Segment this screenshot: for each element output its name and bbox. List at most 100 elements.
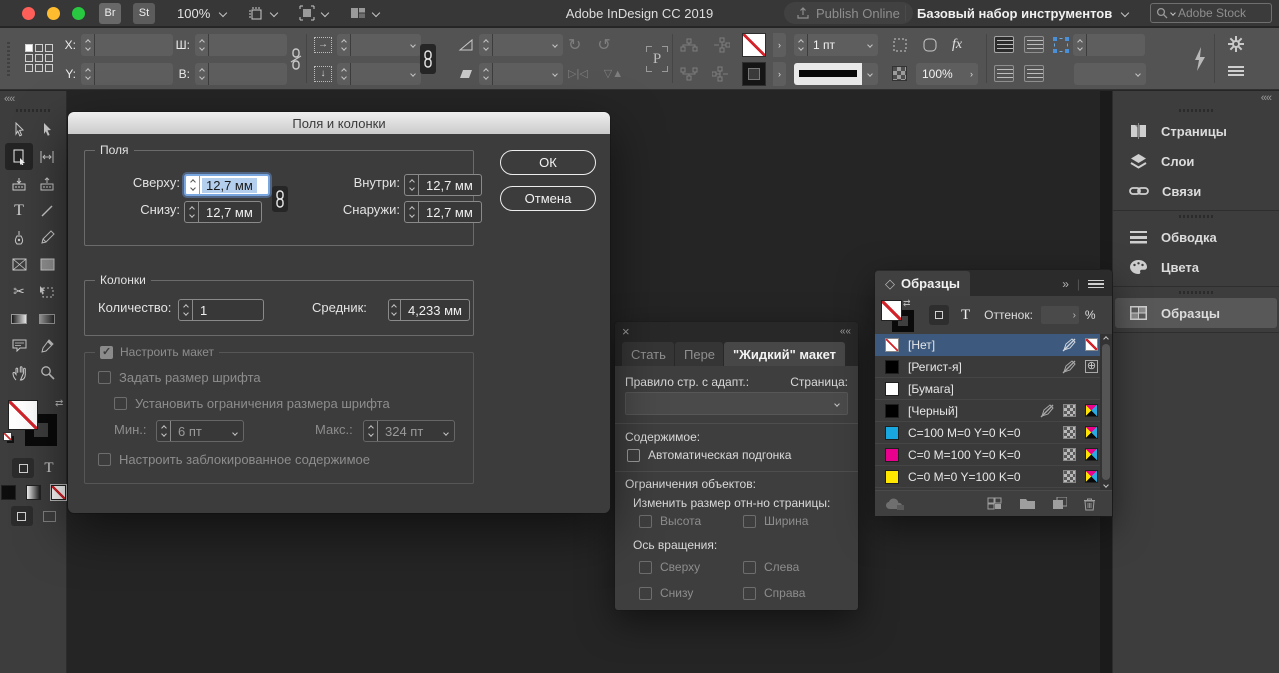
free-transform-tool[interactable] (33, 278, 61, 305)
collapse-panel-icon[interactable]: «« (840, 326, 851, 337)
gap-tool[interactable] (33, 143, 61, 170)
max-font-select[interactable]: 324 пт (363, 420, 455, 442)
note-tool[interactable] (5, 332, 33, 359)
apply-none-button[interactable] (51, 485, 66, 500)
height-checkbox[interactable] (639, 515, 652, 528)
panel-grip[interactable] (7, 42, 10, 76)
scroll-down-icon[interactable] (1103, 482, 1109, 488)
dock-grip[interactable] (1179, 291, 1213, 294)
move-left-level-icon[interactable] (712, 37, 730, 53)
pin-top-checkbox[interactable] (639, 561, 652, 574)
stroke-color-menu-button[interactable]: › (773, 33, 786, 57)
fill-proxy-swatch[interactable] (8, 400, 38, 430)
flip-horizontal-icon[interactable]: ▷|◁ (568, 67, 588, 80)
rotate-cw-icon[interactable]: ↻ (568, 35, 581, 55)
swatch-row-magenta[interactable]: C=0 M=100 Y=0 K=0 (875, 444, 1112, 466)
dock-grip[interactable] (1179, 215, 1213, 218)
content-collector-tool[interactable] (5, 170, 33, 197)
stroke-style-select[interactable] (794, 63, 878, 85)
tint-input[interactable]: › (1041, 306, 1079, 324)
corner-shape-icon[interactable] (922, 37, 939, 53)
bridge-button[interactable]: Br (99, 3, 121, 24)
object-style-input[interactable] (1073, 34, 1145, 56)
gradient-swatch-tool[interactable] (5, 305, 33, 332)
move-right-level-icon[interactable] (712, 66, 730, 82)
dock-item-stroke[interactable]: Обводка (1115, 222, 1277, 252)
object-style-select[interactable] (1074, 63, 1146, 85)
new-folder-icon[interactable] (1019, 497, 1036, 510)
minimize-window-button[interactable] (47, 7, 60, 20)
opacity-input[interactable]: 100%› (916, 63, 978, 85)
type-tool[interactable]: T (5, 197, 33, 224)
uniform-margins-toggle[interactable] (272, 186, 288, 212)
margin-top-input[interactable]: 12,7 мм (184, 174, 270, 196)
swap-fill-stroke-icon[interactable]: ⇄ (903, 298, 911, 309)
eyedropper-tool[interactable] (33, 332, 61, 359)
locked-content-checkbox[interactable] (98, 453, 111, 466)
constrain-scale-toggle[interactable] (420, 44, 436, 74)
dock-item-pages[interactable]: Страницы (1115, 116, 1277, 146)
swatches-scrollbar[interactable] (1100, 334, 1112, 490)
width-input[interactable] (195, 34, 287, 56)
stock-button[interactable]: St (133, 3, 155, 24)
stroke-color-swatch[interactable] (742, 33, 766, 57)
formatting-affects-text-button[interactable]: T (44, 460, 53, 477)
swatch-row-registration[interactable]: [Регист-я] ⊕ (875, 356, 1112, 378)
cancel-button[interactable]: Отмена (500, 186, 596, 211)
zoom-level-select[interactable]: 100% (177, 6, 226, 21)
collapse-tools-icon[interactable]: «« (0, 92, 18, 106)
fill-color-swatch[interactable] (742, 62, 766, 86)
width-checkbox[interactable] (743, 515, 756, 528)
direct-selection-tool[interactable] (33, 116, 61, 143)
scroll-up-icon[interactable] (1103, 336, 1109, 342)
font-size-checkbox[interactable] (98, 371, 111, 384)
autofit-checkbox[interactable] (627, 449, 640, 462)
line-tool[interactable] (33, 197, 61, 224)
arrange-documents-select[interactable] (350, 6, 379, 20)
swatch-row-none[interactable]: [Нет] (875, 334, 1112, 356)
x-input[interactable] (81, 34, 173, 56)
rotation-angle-select[interactable] (479, 34, 563, 56)
dock-grip[interactable] (1179, 109, 1213, 112)
expand-dock-icon[interactable]: «« (1113, 91, 1279, 105)
content-placer-tool[interactable] (33, 170, 61, 197)
selection-tool[interactable] (5, 116, 33, 143)
ok-button[interactable]: ОК (500, 150, 596, 175)
pin-left-checkbox[interactable] (743, 561, 756, 574)
search-input[interactable] (1178, 6, 1266, 20)
fullscreen-window-button[interactable] (72, 7, 85, 20)
move-up-level-icon[interactable] (680, 37, 698, 53)
constrain-wh-toggle[interactable] (288, 48, 304, 73)
pencil-tool[interactable] (33, 224, 61, 251)
height-input[interactable] (195, 63, 287, 85)
swap-fill-stroke-icon[interactable]: ⇄ (55, 398, 63, 409)
swatch-row-black[interactable]: [Черный] (875, 400, 1112, 422)
panel-menu-icon[interactable] (1228, 66, 1244, 76)
workspace-switcher[interactable]: Базовый набор инструментов (917, 6, 1128, 21)
fill-proxy-swatch[interactable] (881, 300, 902, 321)
formatting-affects-container-button[interactable] (929, 305, 949, 325)
scale-y-select[interactable] (337, 63, 421, 85)
tab-swatches[interactable]: ◇Образцы (875, 271, 970, 296)
page-tool[interactable] (5, 143, 33, 170)
reference-point-selector[interactable] (25, 44, 53, 72)
gradient-feather-tool[interactable] (33, 305, 61, 332)
y-input[interactable] (81, 63, 173, 85)
no-text-wrap-button[interactable] (994, 36, 1014, 53)
dock-item-color[interactable]: Цвета (1115, 252, 1277, 282)
select-container-icon[interactable]: P (646, 46, 668, 72)
tab-overset[interactable]: Пере (675, 342, 723, 366)
swatch-row-cyan[interactable]: C=100 M=0 Y=0 K=0 (875, 422, 1112, 444)
tab-liquid-layout[interactable]: "Жидкий" макет (724, 342, 845, 366)
scale-x-select[interactable] (337, 34, 421, 56)
panel-menu-icon[interactable] (1088, 280, 1104, 288)
close-window-button[interactable] (22, 7, 35, 20)
normal-view-mode-button[interactable] (11, 506, 33, 526)
rectangle-frame-tool[interactable] (5, 251, 33, 278)
fx-button[interactable]: fx (952, 37, 962, 53)
zoom-tool[interactable] (33, 359, 61, 386)
dock-item-swatches[interactable]: Образцы (1115, 298, 1277, 328)
wrap-object-shape-button[interactable] (994, 65, 1014, 82)
rotate-ccw-icon[interactable]: ↺ (597, 35, 610, 55)
apply-gradient-button[interactable] (26, 485, 41, 500)
